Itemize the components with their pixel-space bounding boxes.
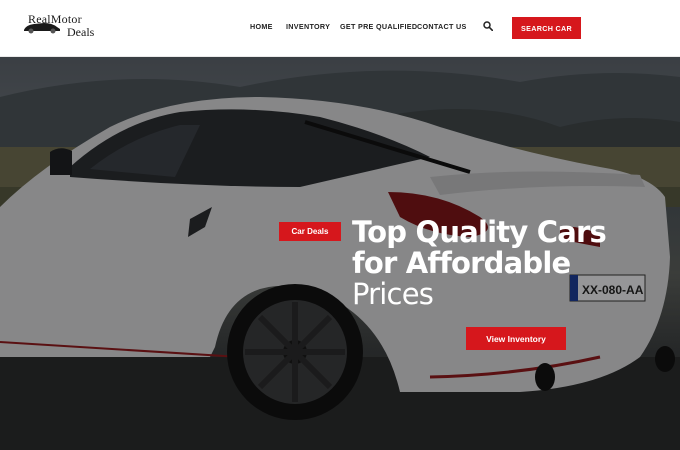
nav-item-home[interactable]: HOME bbox=[250, 22, 273, 31]
car-deals-badge: Car Deals bbox=[279, 222, 341, 241]
hero-headline: Top Quality Cars for Affordable Prices bbox=[352, 217, 652, 310]
search-icon[interactable] bbox=[483, 21, 493, 31]
site-logo[interactable]: RealMotor Deals bbox=[22, 10, 104, 44]
site-header: RealMotor Deals HOME INVENTORY GET PRE Q… bbox=[0, 0, 680, 57]
nav-item-contact-us[interactable]: CONTACT US bbox=[417, 22, 467, 31]
nav-item-inventory[interactable]: INVENTORY bbox=[286, 22, 330, 31]
nav-item-get-pre-qualified[interactable]: GET PRE QUALIFIED bbox=[340, 22, 417, 31]
hero-banner: XX-080-AA Car Deals Top Quality Cars for… bbox=[0, 57, 680, 450]
headline-line-3: Prices bbox=[352, 277, 434, 311]
search-car-button[interactable]: SEARCH CAR bbox=[512, 17, 581, 39]
logo-text-line2: Deals bbox=[67, 25, 95, 39]
headline-line-2: for Affordable bbox=[352, 246, 571, 280]
car-logo-icon bbox=[24, 23, 60, 34]
view-inventory-button[interactable]: View Inventory bbox=[466, 327, 566, 350]
headline-line-1: Top Quality Cars bbox=[352, 215, 607, 249]
